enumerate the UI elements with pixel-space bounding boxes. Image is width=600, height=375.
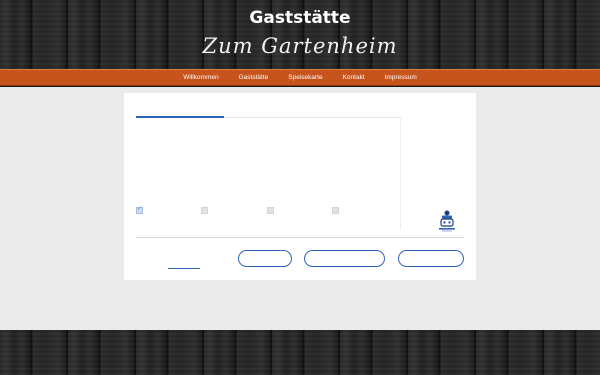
tab-active-indicator[interactable] — [136, 116, 224, 118]
footer-wood-background — [0, 330, 600, 375]
consent-checkbox-necessary[interactable] — [136, 205, 143, 214]
nav-item-kontakt[interactable]: Kontakt — [333, 74, 375, 81]
nav-item-willkommen[interactable]: Willkommen — [173, 74, 228, 81]
details-link[interactable] — [168, 268, 200, 269]
consent-provider-logo-icon — [439, 210, 455, 232]
nav-item-gaststaette[interactable]: Gaststätte — [229, 74, 279, 81]
nav-item-impressum[interactable]: Impressum — [375, 74, 427, 81]
main-nav: Willkommen Gaststätte Speisekarte Kontak… — [0, 69, 600, 86]
consent-checkbox-statistics[interactable] — [267, 207, 274, 214]
deny-button[interactable] — [238, 250, 292, 267]
panel-divider — [400, 118, 401, 230]
allow-all-button[interactable] — [398, 250, 464, 267]
tab-bar-divider — [224, 117, 400, 118]
nav-item-speisekarte[interactable]: Speisekarte — [278, 74, 332, 81]
site-subtitle: Zum Gartenheim — [202, 34, 398, 58]
allow-selection-button[interactable] — [304, 250, 385, 267]
footer-divider — [136, 237, 464, 238]
consent-checkbox-preferences[interactable] — [201, 207, 208, 214]
consent-checkbox-marketing[interactable] — [332, 207, 339, 214]
site-title: Gaststätte — [249, 8, 351, 28]
